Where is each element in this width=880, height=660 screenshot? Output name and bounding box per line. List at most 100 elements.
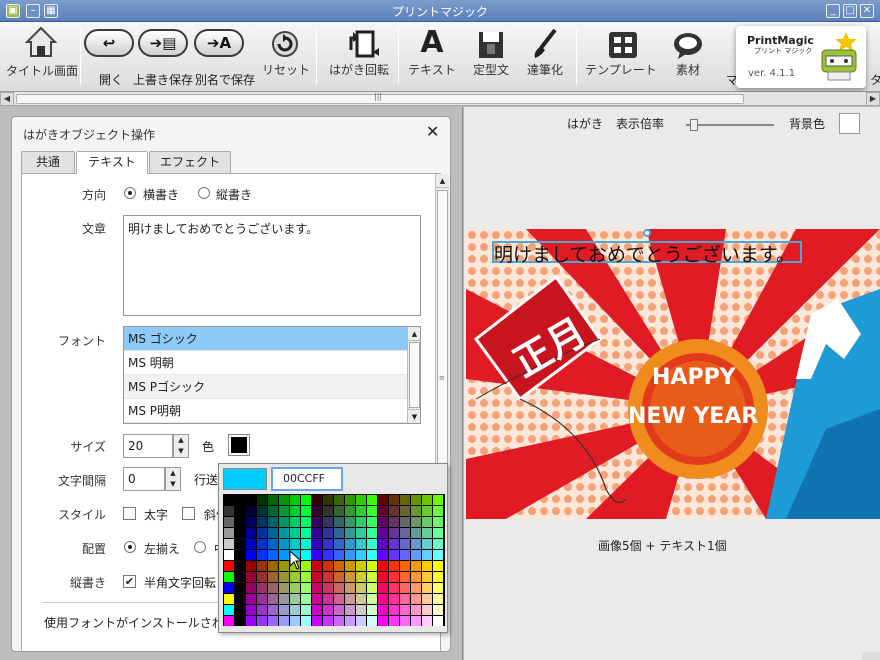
color-cell[interactable] xyxy=(356,506,366,516)
color-cell[interactable] xyxy=(422,616,432,626)
color-cell[interactable] xyxy=(312,561,322,571)
color-cell[interactable] xyxy=(257,583,267,593)
color-cell[interactable] xyxy=(433,561,443,571)
color-cell[interactable] xyxy=(345,572,355,582)
color-cell[interactable] xyxy=(312,616,322,626)
save-as-icon[interactable]: ➔A xyxy=(194,29,244,57)
color-cell[interactable] xyxy=(367,583,377,593)
color-cell[interactable] xyxy=(257,506,267,516)
color-cell[interactable] xyxy=(422,605,432,615)
color-cell[interactable] xyxy=(246,605,256,615)
color-cell[interactable] xyxy=(422,572,432,582)
minimize-icon[interactable]: _ xyxy=(826,4,840,18)
color-cell[interactable] xyxy=(301,495,311,505)
color-cell[interactable] xyxy=(433,572,443,582)
color-cell[interactable] xyxy=(301,528,311,538)
color-cell[interactable] xyxy=(235,605,245,615)
color-cell[interactable] xyxy=(224,616,234,626)
color-cell[interactable] xyxy=(378,550,388,560)
color-cell[interactable] xyxy=(389,517,399,527)
color-cell[interactable] xyxy=(400,550,410,560)
color-cell[interactable] xyxy=(411,594,421,604)
font-list[interactable]: MS ゴシック MS 明朝 MS Pゴシック MS P明朝 ▲ ▼ xyxy=(123,326,421,424)
size-stepper[interactable]: ▲ ▼ xyxy=(173,434,189,458)
color-cell[interactable] xyxy=(389,594,399,604)
color-cell[interactable] xyxy=(378,594,388,604)
color-cell[interactable] xyxy=(323,495,333,505)
color-cell[interactable] xyxy=(356,594,366,604)
color-cell[interactable] xyxy=(301,594,311,604)
color-grid[interactable] xyxy=(223,494,445,626)
color-cell[interactable] xyxy=(422,517,432,527)
align-left-radio[interactable] xyxy=(124,541,136,553)
color-cell[interactable] xyxy=(411,528,421,538)
align-center-radio[interactable] xyxy=(194,541,206,553)
color-cell[interactable] xyxy=(246,616,256,626)
color-cell[interactable] xyxy=(389,550,399,560)
color-cell[interactable] xyxy=(290,539,300,549)
color-cell[interactable] xyxy=(290,616,300,626)
spacing-input[interactable]: 0 xyxy=(123,467,165,491)
color-cell[interactable] xyxy=(411,616,421,626)
color-cell[interactable] xyxy=(367,616,377,626)
color-cell[interactable] xyxy=(345,561,355,571)
color-cell[interactable] xyxy=(400,495,410,505)
color-cell[interactable] xyxy=(422,550,432,560)
save-as-button[interactable]: 別名で保存 xyxy=(195,71,255,88)
font-list-scrollbar[interactable]: ▲ ▼ xyxy=(407,327,420,423)
color-cell[interactable] xyxy=(389,506,399,516)
calligraphy-button[interactable]: 達筆化 xyxy=(522,26,568,78)
color-cell[interactable] xyxy=(290,594,300,604)
color-picker-popup[interactable]: 00CCFF xyxy=(218,463,448,633)
color-cell[interactable] xyxy=(400,561,410,571)
color-cell[interactable] xyxy=(422,528,432,538)
color-cell[interactable] xyxy=(323,550,333,560)
color-cell[interactable] xyxy=(235,616,245,626)
color-cell[interactable] xyxy=(334,506,344,516)
maximize-icon[interactable]: □ xyxy=(843,4,857,18)
color-cell[interactable] xyxy=(422,583,432,593)
color-cell[interactable] xyxy=(334,594,344,604)
color-cell[interactable] xyxy=(290,583,300,593)
sentence-textarea[interactable]: 明けましておめでとうございます。 xyxy=(123,215,421,316)
color-cell[interactable] xyxy=(235,561,245,571)
color-cell[interactable] xyxy=(356,605,366,615)
color-cell[interactable] xyxy=(334,572,344,582)
color-cell[interactable] xyxy=(224,550,234,560)
font-option[interactable]: MS P明朝 xyxy=(124,399,420,423)
color-cell[interactable] xyxy=(323,561,333,571)
color-cell[interactable] xyxy=(367,495,377,505)
background-color-button[interactable] xyxy=(839,113,860,134)
horizontal-radio[interactable] xyxy=(124,187,136,199)
font-option[interactable]: MS ゴシック xyxy=(124,327,420,351)
color-cell[interactable] xyxy=(433,528,443,538)
color-cell[interactable] xyxy=(400,572,410,582)
template-text-button[interactable]: 定型文 xyxy=(466,26,516,78)
color-cell[interactable] xyxy=(323,583,333,593)
color-cell[interactable] xyxy=(279,528,289,538)
color-cell[interactable] xyxy=(378,506,388,516)
color-cell[interactable] xyxy=(422,539,432,549)
color-cell[interactable] xyxy=(235,539,245,549)
color-cell[interactable] xyxy=(257,572,267,582)
color-cell[interactable] xyxy=(389,616,399,626)
color-cell[interactable] xyxy=(433,517,443,527)
color-cell[interactable] xyxy=(433,550,443,560)
color-cell[interactable] xyxy=(367,550,377,560)
color-cell[interactable] xyxy=(389,572,399,582)
color-cell[interactable] xyxy=(224,572,234,582)
color-cell[interactable] xyxy=(345,528,355,538)
color-cell[interactable] xyxy=(422,561,432,571)
color-cell[interactable] xyxy=(345,550,355,560)
color-cell[interactable] xyxy=(301,583,311,593)
color-cell[interactable] xyxy=(400,506,410,516)
color-cell[interactable] xyxy=(268,506,278,516)
color-cell[interactable] xyxy=(224,594,234,604)
color-cell[interactable] xyxy=(312,495,322,505)
color-cell[interactable] xyxy=(356,616,366,626)
color-cell[interactable] xyxy=(268,517,278,527)
color-cell[interactable] xyxy=(246,539,256,549)
save-button[interactable]: 上書き保存 xyxy=(133,71,193,88)
more-button-2[interactable]: タ xyxy=(870,71,880,88)
color-cell[interactable] xyxy=(411,561,421,571)
